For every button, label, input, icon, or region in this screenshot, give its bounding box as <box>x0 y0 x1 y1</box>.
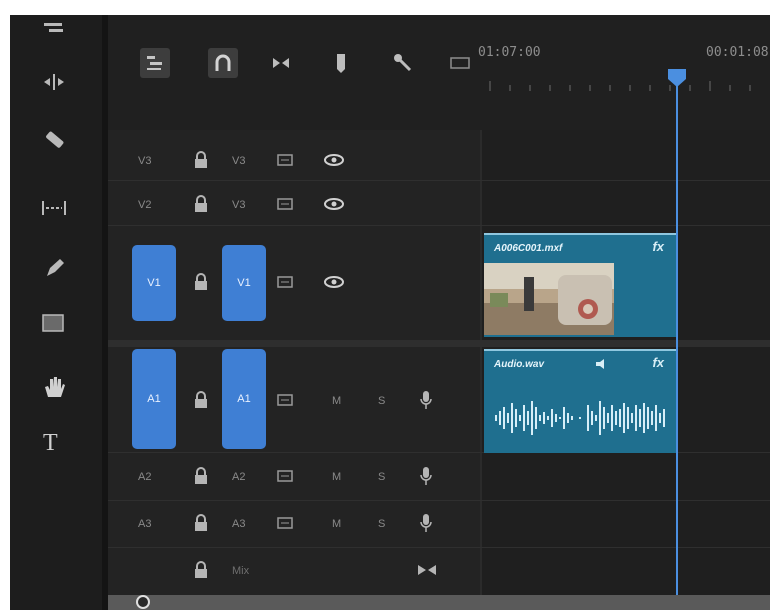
sync-icon[interactable] <box>274 149 298 171</box>
nest-icon[interactable] <box>140 48 170 78</box>
solo-button-a2[interactable]: S <box>378 471 385 483</box>
video-clip-name: A006C001.mxf <box>494 243 563 254</box>
lock-icon[interactable] <box>190 271 212 293</box>
audio-clip[interactable]: Audio.wav fx <box>484 349 676 453</box>
rectangle-icon[interactable] <box>34 307 74 341</box>
audio-clip-icon <box>596 359 604 369</box>
source-target-a3[interactable]: A3 <box>232 518 245 530</box>
sync-icon[interactable] <box>274 271 298 293</box>
slide-icon[interactable] <box>34 191 74 225</box>
source-patch-a1[interactable]: A1 <box>132 349 176 449</box>
track-label-a3: A3 <box>138 518 152 530</box>
ripple-edit-icon[interactable] <box>34 15 74 39</box>
lock-icon[interactable] <box>190 512 212 534</box>
lock-icon[interactable] <box>190 193 212 215</box>
razor-icon[interactable] <box>34 123 74 157</box>
fx-badge[interactable]: fx <box>652 239 664 254</box>
sync-icon[interactable] <box>274 193 298 215</box>
solo-button-a3[interactable]: S <box>378 518 385 530</box>
pen-icon[interactable] <box>34 251 74 285</box>
source-target-v3[interactable]: V3 <box>232 155 245 167</box>
video-clip-thumbnail <box>484 263 614 335</box>
scrollbar-handle[interactable] <box>134 593 152 610</box>
sync-icon[interactable] <box>274 512 298 534</box>
playhead-line[interactable] <box>676 77 678 610</box>
source-target-a2[interactable]: A2 <box>232 471 245 483</box>
header-timeline-divider <box>480 130 482 595</box>
timeline-scrollbar[interactable] <box>108 595 770 610</box>
track-separator <box>108 225 770 226</box>
mix-bowtie-icon[interactable] <box>414 561 440 579</box>
eye-icon[interactable] <box>322 193 346 215</box>
track-target-a1[interactable]: A1 <box>222 349 266 449</box>
linked-selection-icon[interactable] <box>266 48 296 78</box>
lock-icon[interactable] <box>190 149 212 171</box>
track-target-v1[interactable]: V1 <box>222 245 266 321</box>
eye-icon[interactable] <box>322 271 346 293</box>
slip-icon[interactable] <box>34 65 74 99</box>
mute-button-a3[interactable]: M <box>332 518 341 530</box>
hand-icon[interactable] <box>34 370 74 404</box>
audio-waveform <box>495 401 665 435</box>
track-separator <box>108 500 770 501</box>
mic-icon[interactable] <box>416 463 436 489</box>
playhead-handle[interactable] <box>666 67 688 89</box>
fx-badge[interactable]: fx <box>652 355 664 370</box>
time-ruler[interactable] <box>486 79 770 91</box>
timecode-next: 00:01:08:00 <box>706 45 770 60</box>
video-clip[interactable]: A006C001.mxf fx <box>484 233 676 337</box>
svg-text:T: T <box>43 430 58 456</box>
sync-icon[interactable] <box>274 389 298 411</box>
source-patch-v1[interactable]: V1 <box>132 245 176 321</box>
mute-button-a2[interactable]: M <box>332 471 341 483</box>
captions-icon[interactable] <box>448 48 472 78</box>
track-separator <box>108 180 770 181</box>
track-separator <box>108 547 770 548</box>
premiere-timeline-window: T 01:07:00 00:01:08:00 <box>10 15 770 610</box>
lock-icon[interactable] <box>190 465 212 487</box>
eye-icon[interactable] <box>322 149 346 171</box>
track-label-v3: V3 <box>138 155 152 167</box>
track-label-a2: A2 <box>138 471 152 483</box>
audio-video-divider[interactable] <box>108 340 770 347</box>
type-icon[interactable]: T <box>34 425 74 459</box>
solo-button-a1[interactable]: S <box>378 395 385 407</box>
wrench-icon[interactable] <box>388 48 418 78</box>
source-target-v2[interactable]: V3 <box>232 199 245 211</box>
mic-icon[interactable] <box>416 510 436 536</box>
mix-track-label: Mix <box>232 565 250 577</box>
tools-panel: T <box>10 15 102 610</box>
marker-icon[interactable] <box>326 48 356 78</box>
timecode-start: 01:07:00 <box>478 45 541 60</box>
track-label-v2: V2 <box>138 199 152 211</box>
sync-icon[interactable] <box>274 465 298 487</box>
mic-icon[interactable] <box>416 387 436 413</box>
snap-icon[interactable] <box>208 48 238 78</box>
lock-icon[interactable] <box>190 559 212 581</box>
lock-icon[interactable] <box>190 389 212 411</box>
mute-button-a1[interactable]: M <box>332 395 341 407</box>
audio-clip-name: Audio.wav <box>494 359 545 370</box>
